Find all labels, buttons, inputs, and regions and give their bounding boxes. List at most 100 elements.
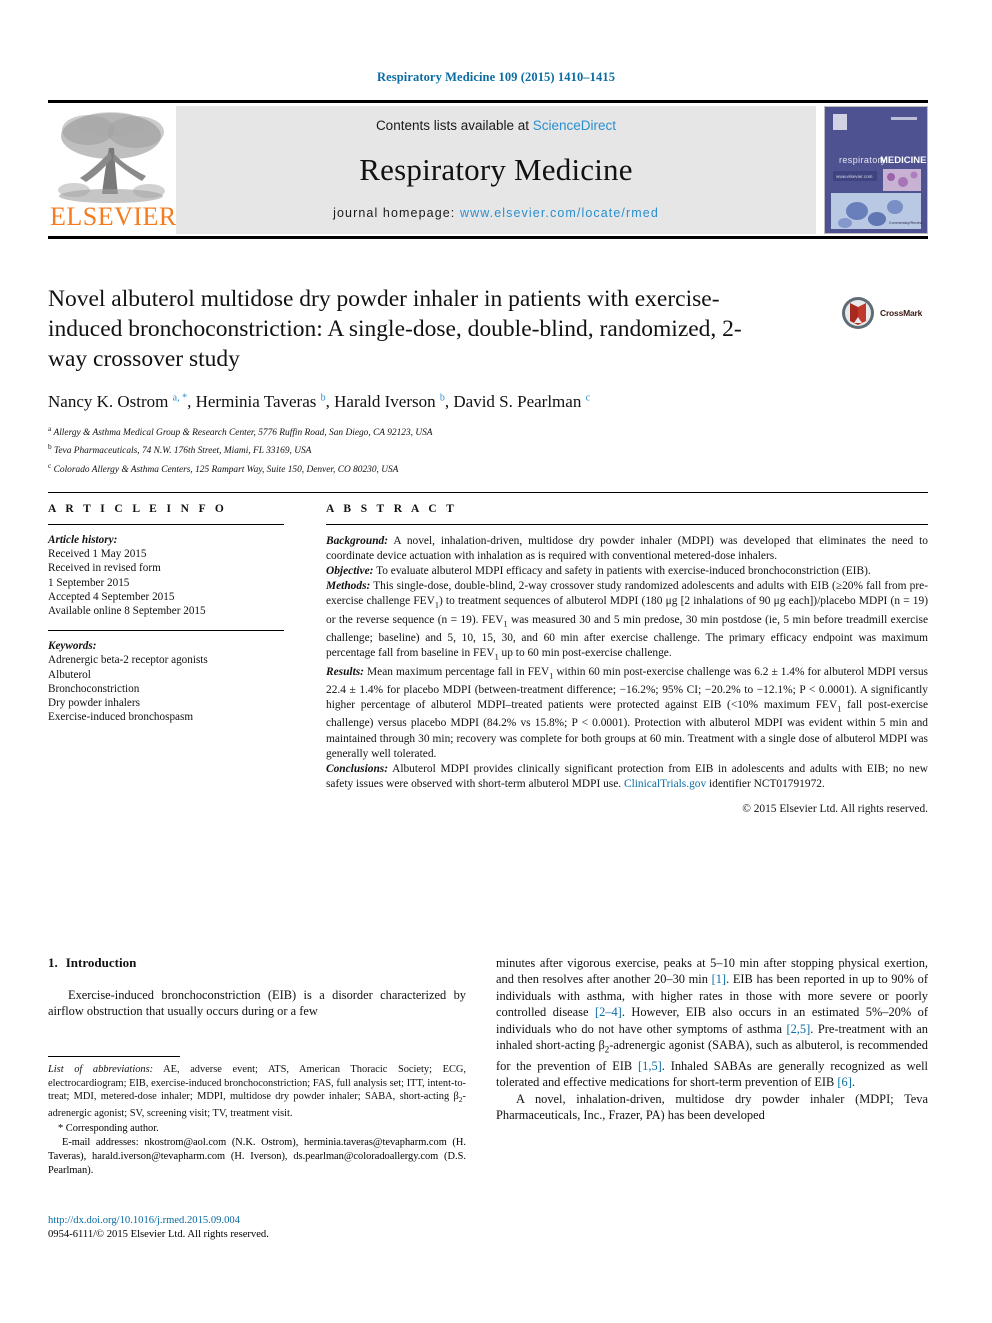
affiliation-text: Colorado Allergy & Asthma Centers, 125 R… [53, 464, 399, 475]
section-number: 1. [48, 955, 58, 970]
contents-available-line: Contents lists available at ScienceDirec… [376, 118, 616, 133]
crossmark-label: CrossMark [880, 308, 923, 318]
article-info-rule [48, 524, 284, 525]
abstract-methods-text-4: up to 60 min post-exercise challenge. [498, 647, 672, 660]
history-line: 1 September 2015 [48, 576, 130, 589]
keywords-rule [48, 630, 284, 632]
affiliation-item: a Allergy & Asthma Medical Group & Resea… [48, 422, 928, 440]
affiliation-text: Allergy & Asthma Medical Group & Researc… [53, 428, 433, 439]
section-heading-introduction: 1. Introduction [48, 955, 466, 971]
keyword-item: Albuterol [48, 668, 91, 681]
citation-ref-1[interactable]: [1] [712, 972, 726, 986]
page-title: Novel albuterol multidose dry powder inh… [48, 286, 742, 372]
issn-copyright: 0954-6111/© 2015 Elsevier Ltd. All right… [48, 1229, 269, 1240]
cover-artwork: respiratory MEDICINE www.elsevier.com Co… [825, 107, 927, 233]
abstract-conclusions: Conclusions: Albuterol MDPI provides cli… [326, 762, 928, 792]
email-link[interactable]: ds.pearlman@coloradoallergy.com [293, 1151, 438, 1162]
affiliation-mark: a [48, 424, 52, 433]
affiliation-item: c Colorado Allergy & Asthma Centers, 125… [48, 459, 928, 477]
email-label: E-mail addresses: [62, 1137, 139, 1149]
keywords-block: Keywords: Adrenergic beta-2 receptor ago… [48, 639, 284, 724]
abstract-results: Results: Mean maximum percentage fall in… [326, 665, 928, 762]
author-affil-mark: b [320, 392, 326, 404]
journal-header-band: Contents lists available at ScienceDirec… [176, 106, 816, 234]
abstract-methods-label: Methods: [326, 580, 371, 593]
svg-text:MEDICINE: MEDICINE [880, 155, 926, 166]
header-bottom-rule [48, 236, 928, 239]
affiliation-text: Teva Pharmaceuticals, 74 N.W. 176th Stre… [54, 446, 312, 457]
journal-homepage-link[interactable]: www.elsevier.com/locate/rmed [460, 206, 659, 220]
intro-paragraph-right-2: A novel, inhalation-driven, multidose dr… [496, 1091, 928, 1123]
journal-homepage-line: journal homepage: www.elsevier.com/locat… [333, 206, 659, 220]
section-title: Introduction [65, 955, 137, 970]
article-info-column: A R T I C L E I N F O Article history: R… [48, 503, 284, 724]
homepage-prefix: journal homepage: [333, 206, 460, 220]
corresponding-author-note: * Corresponding author. [58, 1123, 159, 1135]
svg-text:respiratory: respiratory [839, 155, 886, 165]
keyword-item: Bronchoconstriction [48, 682, 140, 695]
doi-link[interactable]: http://dx.doi.org/10.1016/j.rmed.2015.09… [48, 1214, 478, 1228]
running-head: Respiratory Medicine 109 (2015) 1410–141… [376, 70, 616, 84]
history-line: Accepted 4 September 2015 [48, 590, 175, 603]
abstract-heading: A B S T R A C T [326, 503, 458, 515]
abstract-background-label: Background: [326, 535, 389, 547]
affiliation-item: b Teva Pharmaceuticals, 74 N.W. 176th St… [48, 440, 928, 458]
author-list: Nancy K. Ostrom a, *, Herminia Taveras b… [48, 392, 591, 411]
introduction-left-column: 1. Introduction Exercise-induced bronchoc… [48, 955, 466, 1020]
info-section-top-rule [48, 492, 928, 493]
email-person: (H. Iverson) [230, 1151, 285, 1163]
article-history-label: Article history: [48, 534, 118, 546]
email-person: (N.K. Ostrom) [231, 1137, 296, 1149]
email-link[interactable]: nkostrom@aol.com [144, 1137, 226, 1148]
abstract-results-text-1: Mean maximum percentage fall in FEV [363, 665, 550, 678]
affiliation-list: a Allergy & Asthma Medical Group & Resea… [48, 422, 928, 477]
crossmark-badge[interactable]: CrossMark [840, 290, 924, 336]
author-affil-mark: a, * [172, 392, 188, 404]
citation-ref-2-4[interactable]: [2–4] [595, 1005, 622, 1019]
abstract-methods: Methods: This single-dose, double-blind,… [326, 579, 928, 664]
journal-cover-thumbnail: respiratory MEDICINE www.elsevier.com Co… [824, 106, 928, 234]
clinicaltrials-link[interactable]: ClinicalTrials.gov [624, 778, 706, 790]
abbreviations-note: List of abbreviations: AE, adverse event… [48, 1063, 466, 1120]
elsevier-tree-icon [58, 112, 165, 203]
article-history: Article history: Received 1 May 2015 Rec… [48, 533, 284, 618]
sciencedirect-link[interactable]: ScienceDirect [533, 118, 616, 133]
history-line: Received 1 May 2015 [48, 548, 147, 561]
intro-text-g: . [851, 1075, 855, 1090]
elsevier-logo: ELSEVIER [48, 106, 176, 234]
footnote-rule [48, 1056, 180, 1057]
abstract-objective-text: To evaluate albuterol MDPI efficacy and … [373, 565, 871, 578]
email-link[interactable]: harald.iverson@tevapharm.com [92, 1151, 225, 1162]
email-addresses-note: E-mail addresses: nkostrom@aol.com (N.K.… [48, 1137, 466, 1176]
paper-page: Respiratory Medicine 109 (2015) 1410–141… [0, 0, 992, 1323]
abstract-background: Background: A novel, inhalation-driven, … [326, 534, 928, 564]
keyword-item: Exercise-induced bronchospasm [48, 711, 194, 724]
title-block: Novel albuterol multidose dry powder inh… [48, 284, 928, 477]
keyword-item: Adrenergic beta-2 receptor agonists [48, 654, 208, 667]
affiliation-mark: c [48, 460, 52, 470]
abbreviations-label: List of abbreviations: [48, 1064, 154, 1075]
abstract-copyright: © 2015 Elsevier Ltd. All rights reserved… [742, 802, 928, 815]
footnote-block: List of abbreviations: AE, adverse event… [48, 1056, 466, 1177]
contents-prefix: Contents lists available at [375, 118, 533, 133]
history-line: Received in revised form [48, 562, 161, 575]
history-line: Available online 8 September 2015 [48, 605, 206, 618]
citation-ref-2-5[interactable]: [2,5] [786, 1022, 810, 1036]
affiliation-mark: b [48, 442, 52, 452]
journal-header: ELSEVIER Contents lists available at Sci… [48, 100, 928, 239]
email-link[interactable]: herminia.taveras@tevapharm.com [304, 1137, 447, 1148]
abstract-background-text: A novel, inhalation-driven, multidose dr… [326, 535, 928, 563]
abstract-rule [326, 524, 928, 525]
introduction-right-column: minutes after vigorous exercise, peaks a… [496, 955, 928, 1124]
citation-ref-1-5[interactable]: [1,5] [638, 1059, 662, 1073]
bottom-meta-block: http://dx.doi.org/10.1016/j.rmed.2015.09… [48, 1214, 478, 1242]
svg-text:www.elsevier.com: www.elsevier.com [836, 174, 873, 179]
author-affil-mark: c [585, 392, 591, 404]
author-affil-mark: b [439, 392, 445, 404]
abstract-results-label: Results: [326, 665, 364, 678]
abstract-conclusions-label: Conclusions: [326, 762, 389, 775]
citation-ref-6[interactable]: [6] [837, 1075, 851, 1089]
article-info-heading: A R T I C L E I N F O [48, 503, 228, 515]
header-top-rule [48, 100, 928, 103]
keywords-label: Keywords: [48, 640, 97, 653]
